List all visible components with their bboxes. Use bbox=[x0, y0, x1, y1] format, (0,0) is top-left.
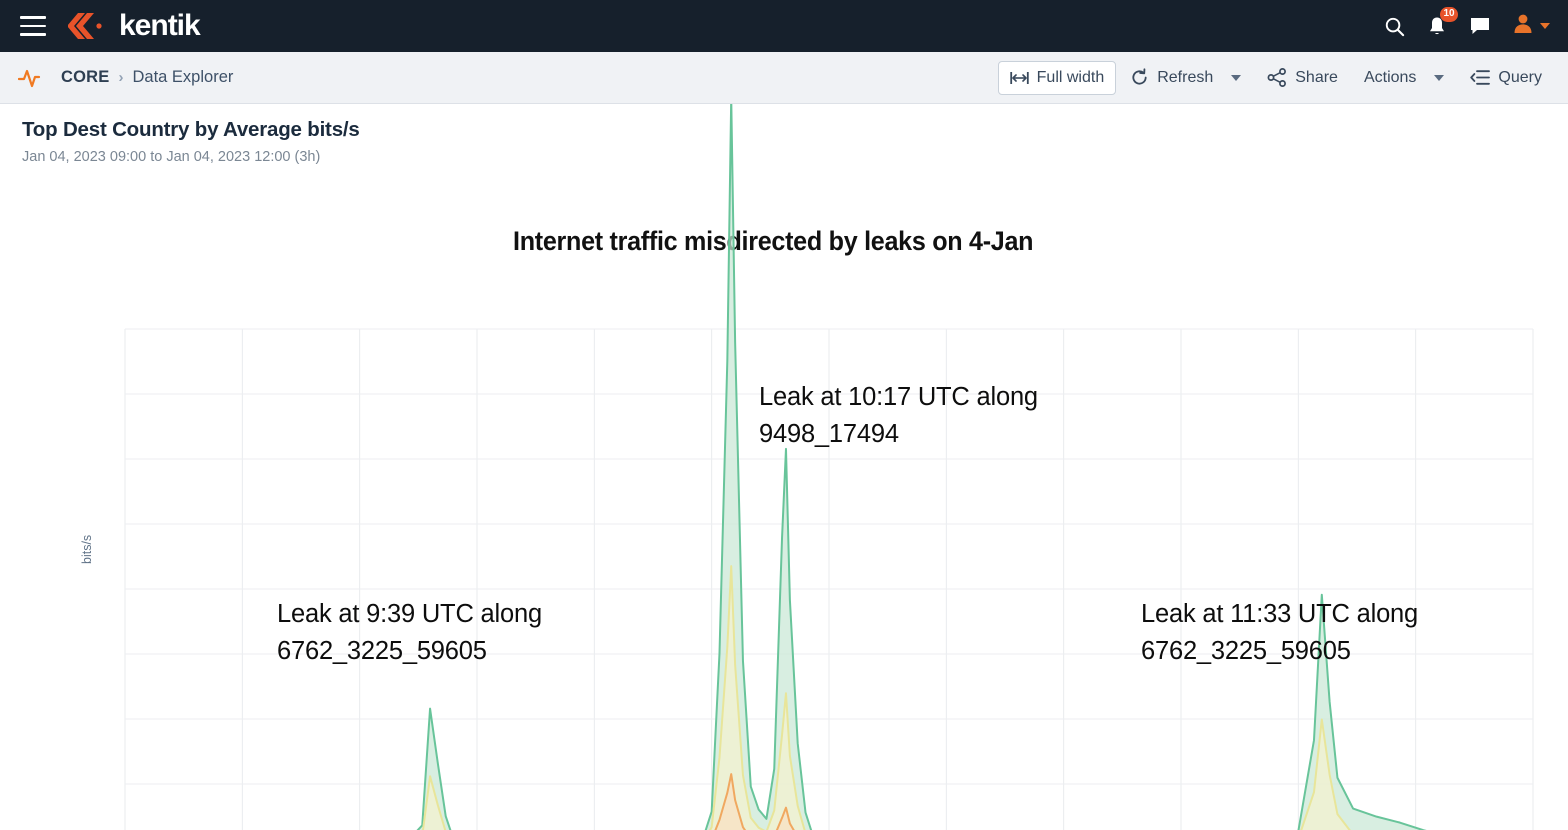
search-icon[interactable] bbox=[1384, 16, 1405, 37]
full-width-button[interactable]: Full width bbox=[997, 60, 1117, 95]
breadcrumb-current-page[interactable]: Data Explorer bbox=[132, 68, 233, 87]
data-explorer-content: Top Dest Country by Average bits/s Jan 0… bbox=[0, 97, 1568, 830]
share-nodes-icon bbox=[1267, 68, 1287, 87]
chart-plot-area[interactable] bbox=[0, 97, 1568, 830]
hamburger-menu-icon[interactable] bbox=[20, 16, 46, 36]
panel-toolbar: Full width Refresh Share Actions Query bbox=[997, 60, 1554, 95]
brand-name: kentik bbox=[119, 9, 201, 42]
top-navigation-bar: kentik 10 bbox=[0, 0, 1568, 52]
chart-annotation: Leak at 9:39 UTC along 6762_3225_59605 bbox=[277, 600, 542, 665]
refresh-label: Refresh bbox=[1157, 68, 1214, 86]
chart-annotation: Leak at 10:17 UTC along 9498_17494 bbox=[759, 383, 1038, 448]
breadcrumb: CORE › Data Explorer bbox=[18, 66, 233, 90]
full-width-label: Full width bbox=[1036, 68, 1105, 86]
refresh-circular-arrow-icon bbox=[1130, 68, 1149, 87]
chart-annotation: Leak at 11:33 UTC along 6762_3225_59605 bbox=[1141, 600, 1419, 665]
actions-dropdown-caret-icon[interactable] bbox=[1434, 74, 1445, 81]
kentik-chevrons-logo-icon bbox=[68, 11, 110, 41]
notifications-count-badge: 10 bbox=[1440, 6, 1458, 22]
actions-split-button: Actions bbox=[1352, 61, 1456, 95]
user-account-menu[interactable] bbox=[1513, 13, 1550, 39]
share-button[interactable]: Share bbox=[1255, 60, 1350, 95]
y-axis-label: bits/s bbox=[80, 534, 94, 564]
actions-label: Actions bbox=[1363, 68, 1417, 86]
caret-down-icon bbox=[1540, 23, 1550, 29]
hamburger-bar bbox=[20, 16, 46, 19]
query-list-indent-icon bbox=[1470, 69, 1491, 86]
query-button[interactable]: Query bbox=[1458, 61, 1554, 95]
share-label: Share bbox=[1295, 68, 1338, 86]
refresh-split-button: Refresh bbox=[1118, 60, 1253, 95]
refresh-dropdown-caret-icon[interactable] bbox=[1231, 74, 1242, 81]
hamburger-bar bbox=[20, 24, 46, 28]
chat-message-icon[interactable] bbox=[1469, 16, 1491, 36]
refresh-button[interactable]: Refresh bbox=[1118, 60, 1225, 95]
traffic-area-chart[interactable] bbox=[0, 97, 1568, 830]
user-avatar-icon bbox=[1513, 13, 1533, 39]
hamburger-bar bbox=[20, 33, 46, 36]
actions-button[interactable]: Actions bbox=[1352, 61, 1428, 95]
pulse-activity-icon bbox=[18, 66, 48, 90]
query-label: Query bbox=[1498, 68, 1542, 86]
breadcrumb-separator-icon: › bbox=[118, 69, 124, 86]
brand-logo[interactable]: kentik bbox=[68, 9, 201, 42]
arrows-horizontal-icon bbox=[1009, 70, 1029, 86]
breadcrumb-root[interactable]: CORE bbox=[61, 68, 109, 87]
breadcrumb-toolbar: CORE › Data Explorer Full width Refresh … bbox=[0, 52, 1568, 104]
notifications-bell-icon[interactable]: 10 bbox=[1427, 6, 1458, 37]
top-nav-actions: 10 bbox=[1384, 6, 1550, 39]
